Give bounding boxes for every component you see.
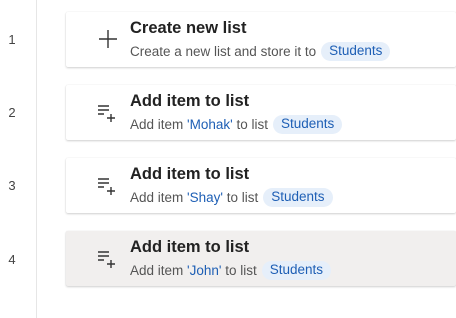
variable-chip: Students xyxy=(263,188,333,207)
description-text: Create a new list and store it to xyxy=(130,44,317,59)
item-value: 'Mohak' xyxy=(187,117,233,132)
action-add-item-to-list-selected[interactable]: Add item to list Add item 'John' to list… xyxy=(66,231,456,286)
description-text: to list xyxy=(226,190,259,205)
action-description: Add item 'John' to list Students xyxy=(130,261,332,280)
description-text: Add item xyxy=(130,117,184,132)
line-number: 3 xyxy=(8,178,16,193)
variable-chip: Students xyxy=(261,261,332,280)
description-text: to list xyxy=(225,263,257,278)
action-add-item-to-list[interactable]: Add item to list Add item 'Mohak' to lis… xyxy=(66,85,456,140)
line-number-gutter: 1 2 3 4 xyxy=(0,0,37,318)
action-add-item-to-list[interactable]: Add item to list Add item 'Shay' to list… xyxy=(66,158,456,213)
line-number: 2 xyxy=(8,105,16,120)
description-text: Add item xyxy=(130,263,184,278)
line-number: 4 xyxy=(8,252,16,267)
description-text: Add item xyxy=(130,190,184,205)
line-number: 1 xyxy=(8,32,16,47)
variable-chip: Students xyxy=(273,115,343,134)
add-item-list-icon xyxy=(98,178,115,195)
action-description: Create a new list and store it to Studen… xyxy=(130,42,391,61)
plus-icon xyxy=(99,30,117,48)
add-item-list-icon xyxy=(98,251,115,268)
action-title: Create new list xyxy=(130,19,247,37)
action-create-new-list[interactable]: Create new list Create a new list and st… xyxy=(66,12,456,67)
description-text: to list xyxy=(236,117,269,132)
action-title: Add item to list xyxy=(130,92,250,110)
item-value: 'John' xyxy=(187,263,222,278)
item-value: 'Shay' xyxy=(187,190,223,205)
variable-chip: Students xyxy=(321,42,391,61)
action-title: Add item to list xyxy=(130,238,250,256)
action-description: Add item 'Mohak' to list Students xyxy=(130,115,343,134)
add-item-list-icon xyxy=(98,105,115,122)
action-title: Add item to list xyxy=(130,165,250,183)
action-description: Add item 'Shay' to list Students xyxy=(130,188,333,207)
